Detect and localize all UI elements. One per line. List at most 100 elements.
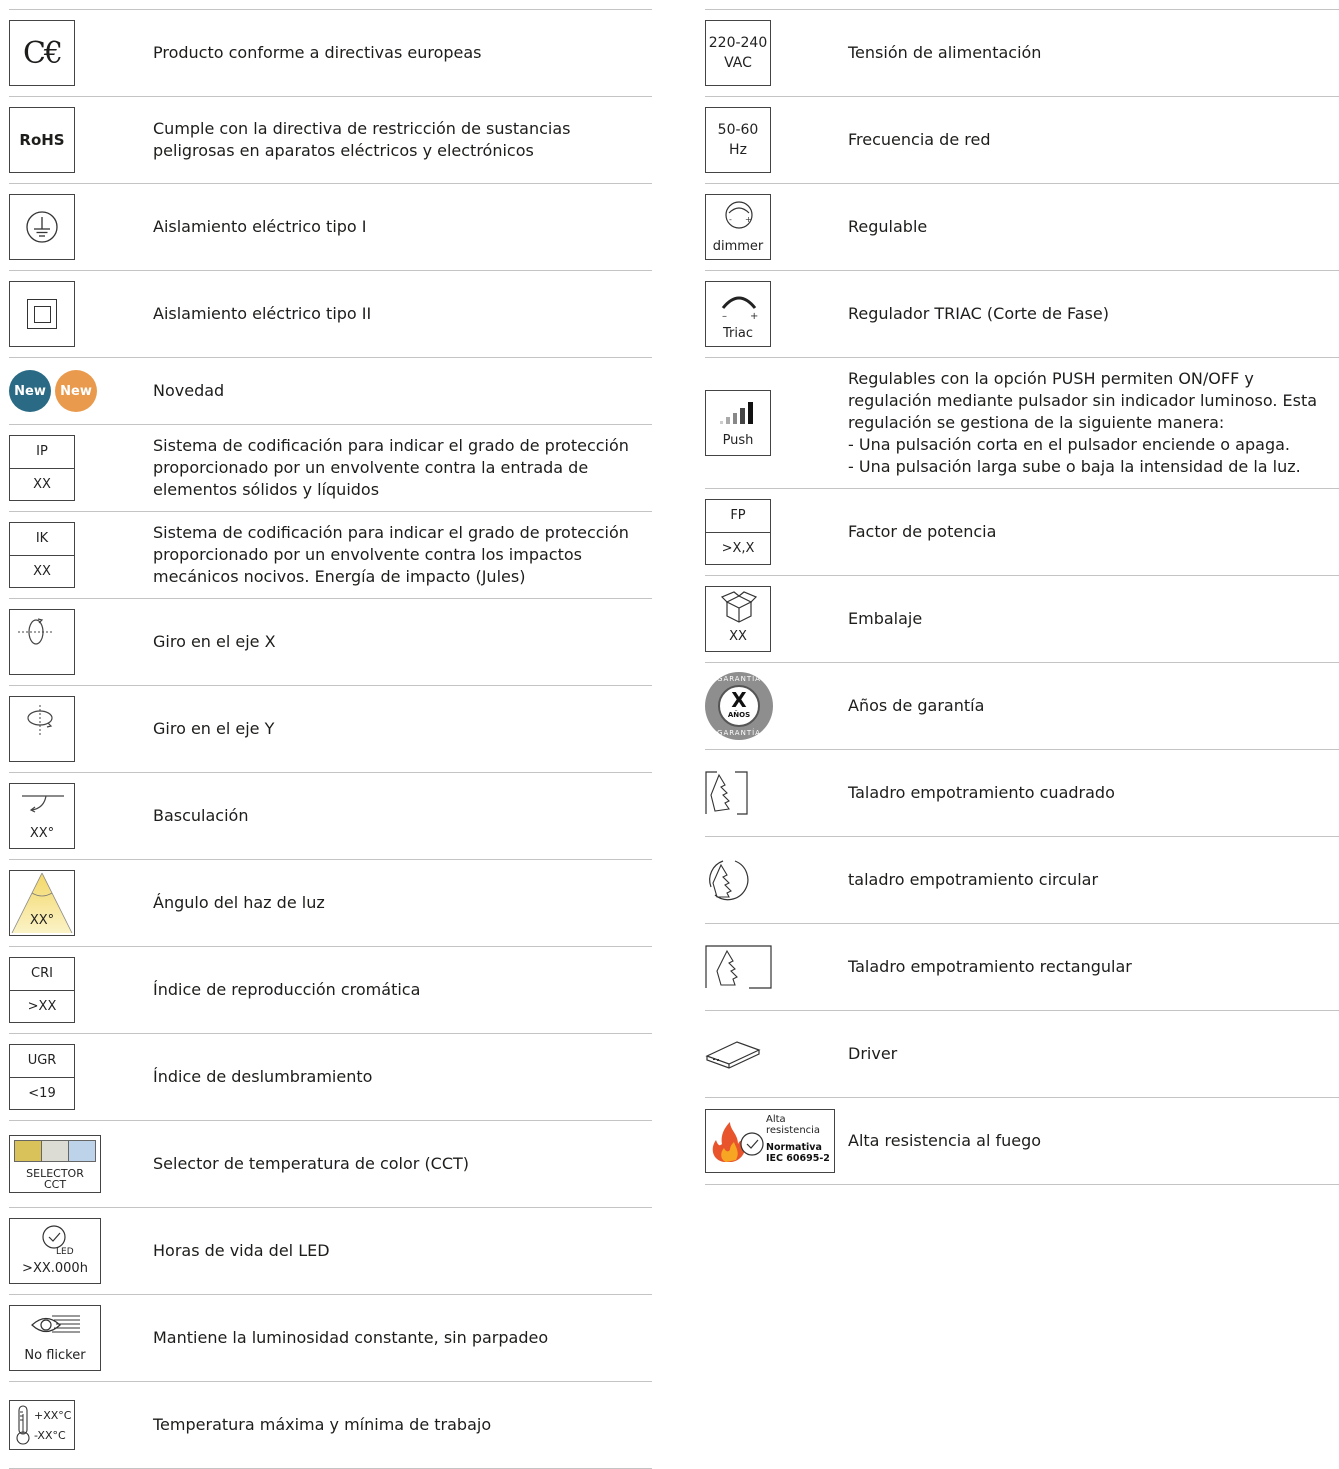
- list-item: SELECTOR CCT Selector de temperatura de …: [9, 1120, 652, 1207]
- icon-top-label: FP: [730, 508, 746, 524]
- rohs-text: RoHS: [19, 131, 65, 149]
- ip-rating-icon: IP XX: [9, 435, 75, 501]
- led-mini-label: LED: [56, 1247, 74, 1257]
- fire-small-label: Alta resistencia: [766, 1114, 821, 1136]
- item-description: Sistema de codificación para indicar el …: [153, 523, 629, 586]
- item-description: Cumple con la directiva de restricción d…: [153, 119, 571, 160]
- right-symbol-list: 220-240 VAC Tensión de alimentación 50-6…: [705, 9, 1339, 1185]
- item-description: Factor de potencia: [848, 522, 997, 541]
- icon-bottom-label: <19: [10, 1076, 74, 1110]
- double-square-icon: [9, 281, 75, 347]
- warm-swatch: [15, 1141, 42, 1161]
- svg-text:+: +: [750, 311, 758, 320]
- item-description: Regulador TRIAC (Corte de Fase): [848, 304, 1109, 323]
- list-item: Taladro empotramiento rectangular: [705, 923, 1339, 1010]
- item-description: Tensión de alimentación: [848, 43, 1042, 62]
- item-description: Índice de deslumbramiento: [153, 1067, 373, 1086]
- warranty-unit: AÑOS: [727, 711, 751, 719]
- rotate-x-axis-icon: [9, 609, 75, 675]
- ik-rating-icon: IK XX: [9, 522, 75, 588]
- item-description: Aislamiento eléctrico tipo II: [153, 304, 372, 323]
- tilt-label: XX°: [29, 826, 55, 841]
- package-label: XX: [729, 629, 747, 644]
- icon-top-label: IP: [36, 444, 48, 460]
- rohs-icon: RoHS: [9, 107, 75, 173]
- list-item: Aislamiento eléctrico tipo I: [9, 183, 652, 270]
- list-item: - + dimmer Regulable: [705, 183, 1339, 270]
- item-description: Regulables con la opción PUSH permiten O…: [848, 369, 1318, 476]
- list-item: XX° Ángulo del haz de luz: [9, 859, 652, 946]
- list-item: LED >XX.000h Horas de vida del LED: [9, 1207, 652, 1294]
- max-temp-label: +XX°C: [34, 1409, 72, 1422]
- item-description: Índice de reproducción cromática: [153, 980, 421, 999]
- neutral-swatch: [42, 1141, 69, 1161]
- item-description: Embalaje: [848, 609, 923, 628]
- cct-label: SELECTOR CCT: [26, 1167, 84, 1191]
- fire-resistance-icon: Alta resistencia Normativa IEC 60695-2: [705, 1109, 835, 1173]
- warranty-number: X: [731, 688, 747, 712]
- item-description: Aislamiento eléctrico tipo I: [153, 217, 367, 236]
- new-badge-orange: New: [55, 370, 97, 412]
- ce-mark-icon: C€: [9, 20, 75, 86]
- list-item: Taladro empotramiento cuadrado: [705, 749, 1339, 836]
- package-box-icon: XX: [705, 586, 771, 652]
- list-item: Push Regulables con la opción PUSH permi…: [705, 357, 1339, 488]
- cct-selector-icon: SELECTOR CCT: [9, 1135, 101, 1193]
- item-description: Años de garantía: [848, 696, 985, 715]
- thermometer-icon: +XX°C -XX°C: [9, 1400, 75, 1450]
- dimmer-knob-icon: - + dimmer: [705, 194, 771, 260]
- triac-label: Triac: [722, 326, 754, 341]
- item-description: Horas de vida del LED: [153, 1241, 330, 1260]
- fire-norm-label: Normativa IEC 60695-2: [766, 1142, 830, 1164]
- item-description: Sistema de codificación para indicar el …: [153, 436, 629, 499]
- warranty-seal-icon: GARANTÍA GARANTÍA X AÑOS: [705, 672, 773, 740]
- item-description: Regulable: [848, 217, 928, 236]
- list-item: 220-240 VAC Tensión de alimentación: [705, 9, 1339, 96]
- list-item: Driver: [705, 1010, 1339, 1097]
- circular-cutout-saw-icon: [705, 857, 751, 903]
- list-item: New New Novedad: [9, 357, 652, 424]
- item-description: Mantiene la luminosidad constante, sin p…: [153, 1328, 549, 1347]
- list-item: – + Triac Regulador TRIAC (Corte de Fase): [705, 270, 1339, 357]
- item-description: Alta resistencia al fuego: [848, 1131, 1042, 1150]
- no-flicker-label: No flicker: [24, 1348, 86, 1363]
- list-item: Giro en el eje Y: [9, 685, 652, 772]
- triac-icon: – + Triac: [705, 281, 771, 347]
- lifetime-label: >XX.000h: [22, 1261, 88, 1276]
- list-item: 50-60 Hz Frecuencia de red: [705, 96, 1339, 183]
- list-item: Aislamiento eléctrico tipo II: [9, 270, 652, 357]
- icon-top-label: CRI: [31, 966, 53, 982]
- list-item: Giro en el eje X: [9, 598, 652, 685]
- driver-box-icon: [705, 1038, 763, 1070]
- svg-text:-: -: [729, 215, 732, 224]
- push-label: Push: [722, 433, 754, 448]
- item-description: Producto conforme a directivas europeas: [153, 43, 482, 62]
- frequency-label: 50-60 Hz: [717, 122, 759, 158]
- list-item: IK XX Sistema de codificación para indic…: [9, 511, 652, 598]
- item-description: Selector de temperatura de color (CCT): [153, 1154, 470, 1173]
- item-description: Driver: [848, 1044, 898, 1063]
- item-description: Giro en el eje Y: [153, 719, 275, 738]
- icon-bottom-label: >XX: [10, 989, 74, 1023]
- icon-bottom-label: >X,X: [706, 531, 770, 565]
- list-item: taladro empotramiento circular: [705, 836, 1339, 923]
- item-description: Taladro empotramiento cuadrado: [848, 783, 1115, 802]
- list-item: Alta resistencia Normativa IEC 60695-2 A…: [705, 1097, 1339, 1185]
- warranty-ring-bottom: GARANTÍA: [717, 729, 761, 737]
- rotate-y-axis-icon: [9, 696, 75, 762]
- icon-bottom-label: XX: [10, 554, 74, 588]
- item-description: Frecuencia de red: [848, 130, 991, 149]
- min-temp-label: -XX°C: [34, 1429, 66, 1442]
- new-badges-icon: New New: [9, 370, 101, 412]
- ce-mark-text: C€: [22, 35, 63, 71]
- power-factor-icon: FP >X,X: [705, 499, 771, 565]
- rectangular-cutout-saw-icon: [705, 945, 773, 989]
- svg-text:–: –: [722, 311, 727, 320]
- list-item: UGR <19 Índice de deslumbramiento: [9, 1033, 652, 1120]
- item-description: taladro empotramiento circular: [848, 870, 1099, 889]
- voltage-icon: 220-240 VAC: [705, 20, 771, 86]
- list-item: XX° Basculación: [9, 772, 652, 859]
- list-item: RoHS Cumple con la directiva de restricc…: [9, 96, 652, 183]
- item-description: Giro en el eje X: [153, 632, 276, 651]
- frequency-icon: 50-60 Hz: [705, 107, 771, 173]
